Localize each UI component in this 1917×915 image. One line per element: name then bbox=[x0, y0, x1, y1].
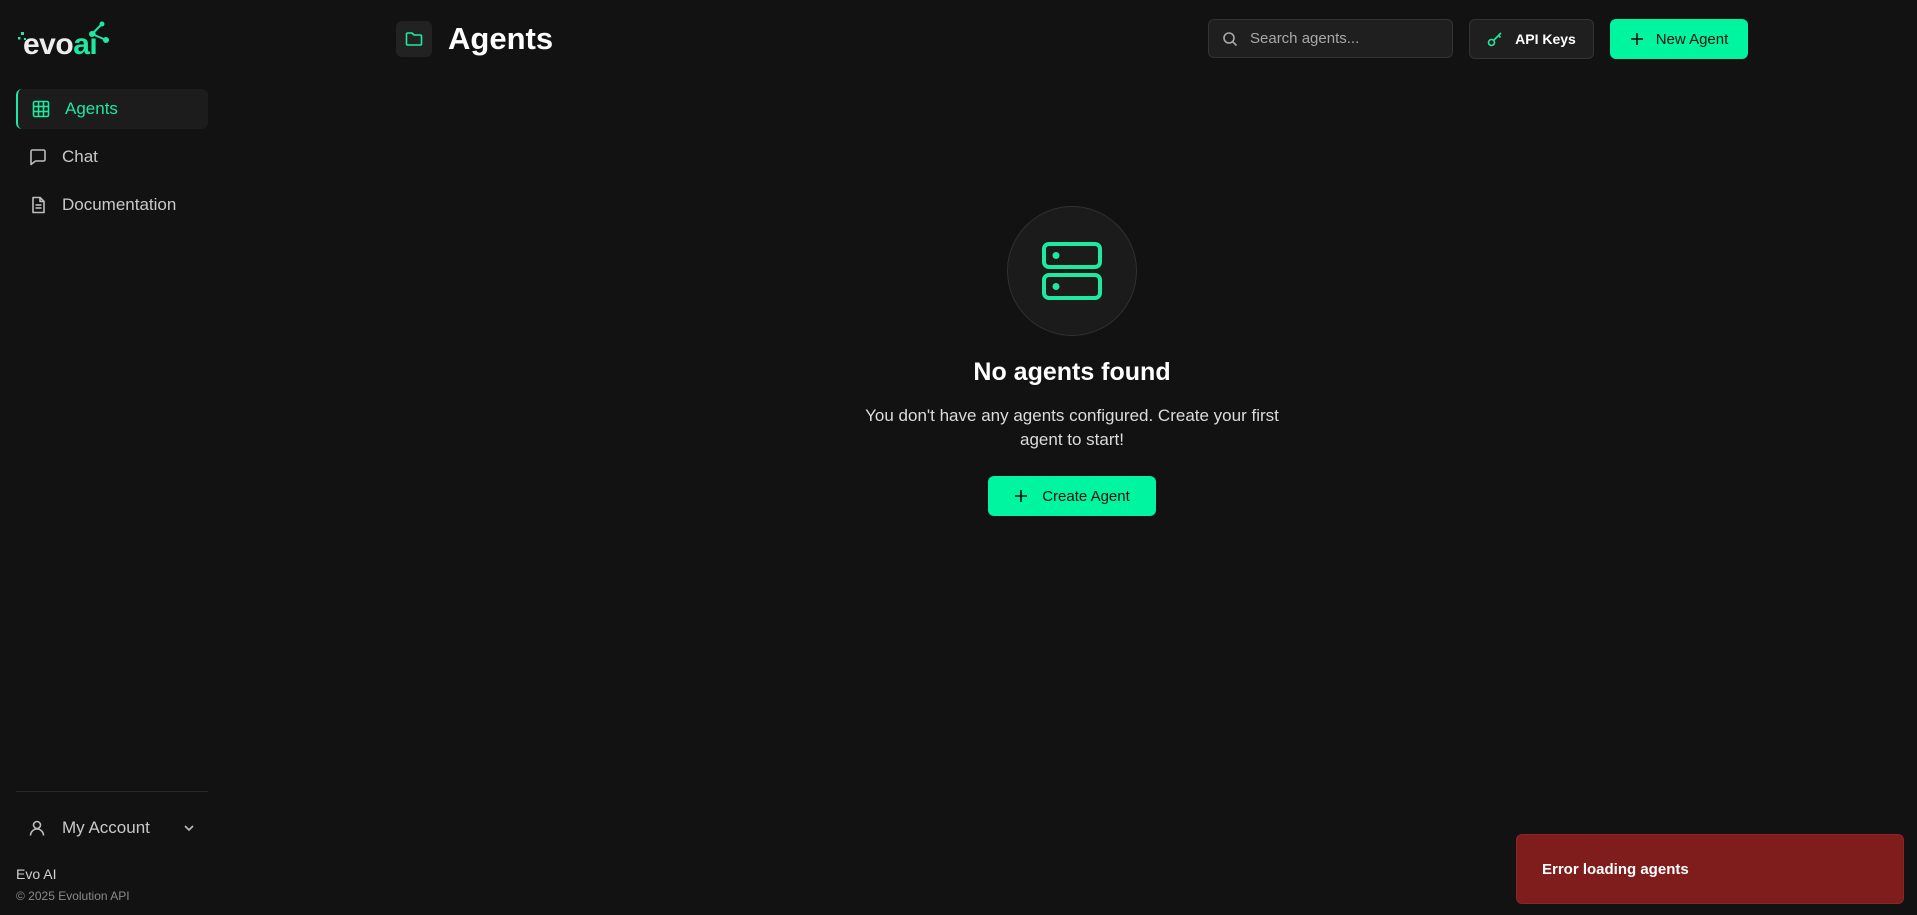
page-title: Agents bbox=[448, 21, 554, 56]
app-root: evoai Agents Chat Documentation My Accou… bbox=[0, 0, 1917, 915]
account-label: My Account bbox=[62, 818, 150, 837]
empty-state-description: You don't have any agents configured. Cr… bbox=[865, 406, 1279, 449]
logo-evo: evo bbox=[23, 28, 74, 61]
error-toast[interactable]: Error loading agents bbox=[1516, 834, 1904, 904]
sidebar-nav: Agents Chat Documentation bbox=[16, 89, 208, 233]
sidebar-item-agents[interactable]: Agents bbox=[16, 89, 208, 129]
folder-icon bbox=[396, 21, 432, 57]
sidebar-item-chat[interactable]: Chat bbox=[16, 137, 208, 177]
logo[interactable]: evoai bbox=[14, 16, 124, 62]
grid-icon bbox=[31, 99, 51, 119]
key-icon bbox=[1487, 31, 1503, 47]
empty-state-title: No agents found bbox=[973, 358, 1171, 386]
sidebar-item-label: Documentation bbox=[62, 195, 177, 214]
sidebar-item-documentation[interactable]: Documentation bbox=[16, 185, 208, 225]
search-box[interactable] bbox=[1208, 19, 1453, 58]
copyright: © 2025 Evolution API bbox=[16, 889, 130, 903]
api-keys-label: API Keys bbox=[1515, 31, 1576, 47]
sidebar-item-label: Agents bbox=[65, 99, 118, 118]
plus-icon bbox=[1630, 32, 1644, 46]
sidebar: evoai Agents Chat Documentation My Accou… bbox=[0, 0, 222, 915]
search-icon bbox=[1222, 31, 1238, 47]
server-icon bbox=[1042, 242, 1102, 300]
sidebar-divider bbox=[16, 791, 208, 792]
account-menu[interactable]: My Account bbox=[16, 808, 208, 848]
chevron-down-icon bbox=[182, 820, 196, 840]
api-keys-button[interactable]: API Keys bbox=[1469, 19, 1594, 59]
empty-state-illustration bbox=[1007, 206, 1137, 336]
new-agent-label: New Agent bbox=[1655, 30, 1729, 48]
plus-icon bbox=[1014, 489, 1028, 503]
new-agent-button[interactable]: New Agent bbox=[1610, 19, 1748, 59]
brand-name: Evo AI bbox=[16, 866, 57, 882]
toast-message: Error loading agents bbox=[1542, 860, 1689, 878]
logo-ai: ai bbox=[73, 28, 98, 61]
create-agent-button[interactable]: Create Agent bbox=[988, 476, 1156, 516]
sidebar-item-label: Chat bbox=[62, 147, 98, 166]
chat-icon bbox=[28, 147, 48, 167]
logo-text: evoai bbox=[23, 28, 98, 61]
file-text-icon bbox=[28, 195, 48, 215]
search-input[interactable] bbox=[1250, 30, 1440, 47]
user-icon bbox=[28, 818, 48, 838]
create-agent-label: Create Agent bbox=[1042, 487, 1130, 505]
